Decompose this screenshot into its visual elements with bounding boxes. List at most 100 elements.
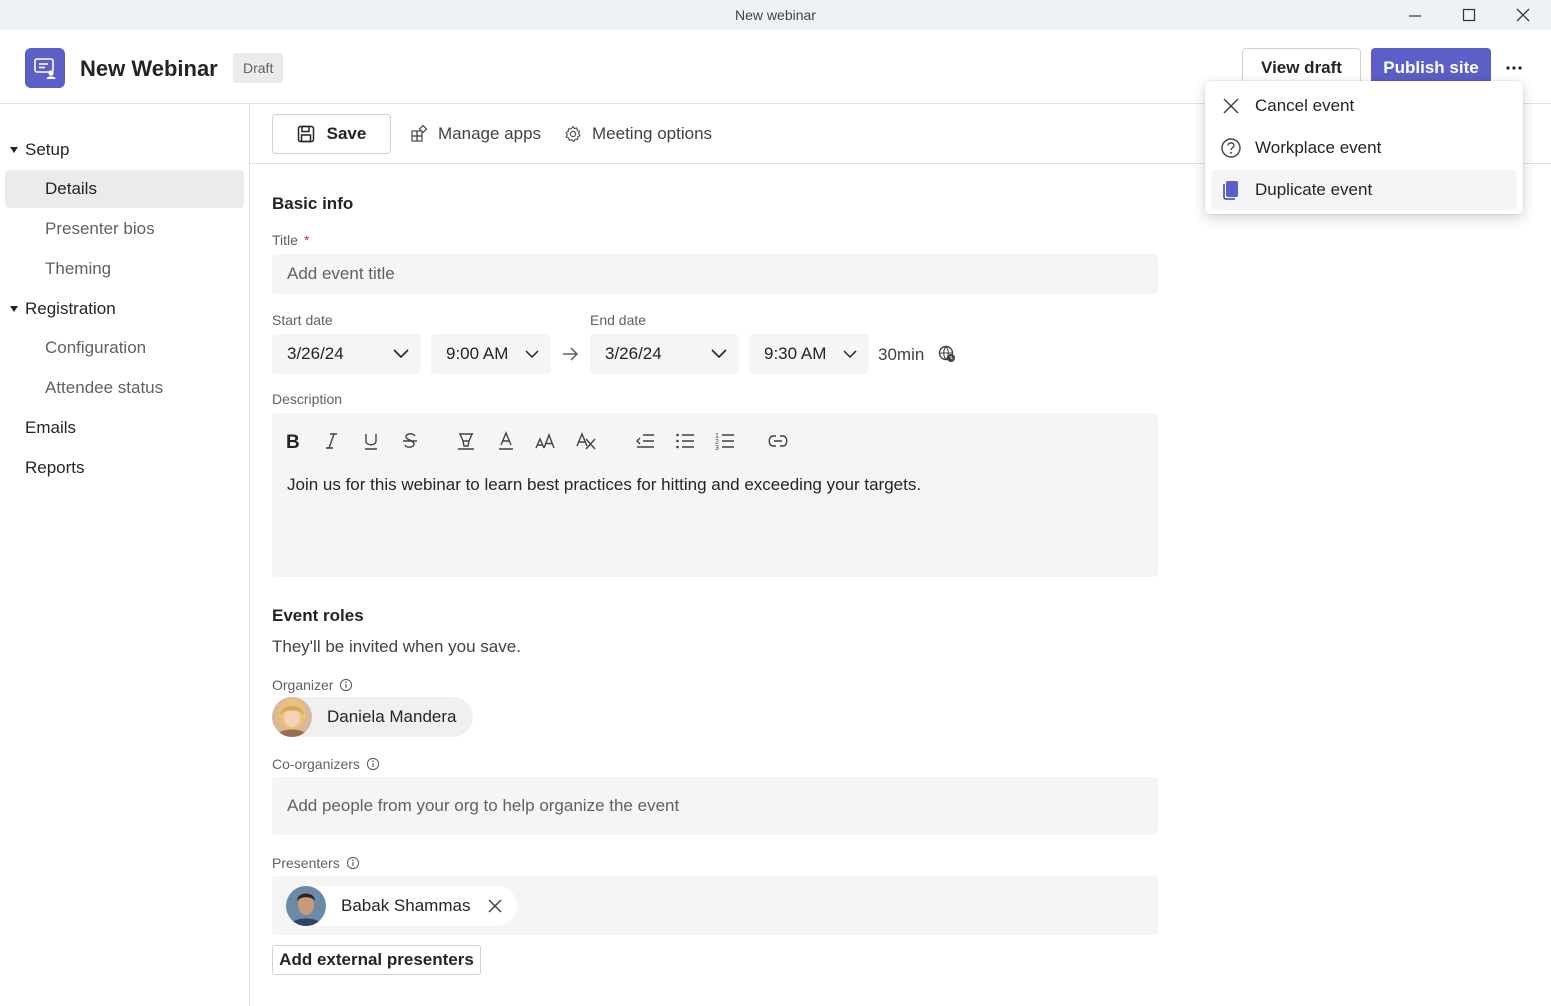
nav-group-label: Setup [25, 140, 70, 159]
save-button[interactable]: Save [272, 114, 391, 154]
avatar [272, 697, 312, 737]
numbered-list-button[interactable]: 123 [711, 427, 739, 455]
question-circle-icon [1219, 136, 1243, 160]
start-date-label: Start date [272, 312, 333, 328]
coorganizers-placeholder: Add people from your org to help organiz… [287, 796, 680, 815]
nav-group-setup[interactable]: Setup [10, 140, 69, 160]
duration-text: 30min [878, 345, 925, 364]
title-input[interactable]: Add event title [272, 254, 1158, 294]
timezone-icon[interactable] [937, 344, 957, 364]
italic-button[interactable] [317, 427, 345, 455]
font-color-button[interactable] [492, 427, 520, 455]
bold-icon: B [286, 432, 300, 450]
start-date-value: 3/26/24 [287, 344, 344, 363]
info-icon[interactable] [366, 757, 380, 771]
bold-button[interactable]: B [278, 427, 306, 455]
page-title: New Webinar [80, 56, 218, 81]
window-title-bar: New webinar [0, 0, 1551, 30]
outdent-button[interactable] [631, 427, 659, 455]
font-color-icon [499, 431, 513, 450]
font-size-icon [535, 433, 555, 449]
basic-info-heading: Basic info [272, 194, 354, 213]
start-time-picker[interactable]: 9:00 AM [431, 334, 551, 374]
start-date-picker[interactable]: 3/26/24 [272, 334, 421, 374]
link-button[interactable] [764, 427, 792, 455]
bullet-list-icon [676, 433, 694, 449]
menu-item-duplicate-event[interactable]: Duplicate event [1211, 170, 1517, 210]
status-badge: Draft [233, 53, 284, 83]
svg-text:B: B [286, 432, 300, 450]
more-options-menu: Cancel event Workplace event Duplicate e… [1205, 81, 1523, 214]
info-icon[interactable] [346, 856, 360, 870]
arrow-right-icon [563, 347, 579, 361]
window-title: New webinar [735, 7, 816, 23]
manage-apps-label: Manage apps [438, 124, 542, 143]
end-date-picker[interactable]: 3/26/24 [590, 334, 739, 374]
end-time-picker[interactable]: 9:30 AM [749, 334, 869, 374]
highlighter-icon [458, 433, 474, 450]
close-icon [1219, 94, 1243, 118]
underline-icon [365, 434, 377, 450]
save-icon [297, 125, 314, 143]
more-options-button[interactable] [1499, 54, 1529, 82]
sidebar-item-theming[interactable]: Theming [5, 250, 244, 288]
menu-item-cancel-event[interactable]: Cancel event [1211, 86, 1517, 126]
presenter-chip[interactable]: Babak Shammas [286, 885, 517, 926]
coorganizers-label-text: Co-organizers [272, 756, 360, 772]
sidebar-item-presenter-bios[interactable]: Presenter bios [5, 210, 244, 248]
outdent-icon [636, 434, 654, 448]
meeting-options-label: Meeting options [592, 124, 713, 143]
maximize-button[interactable] [1446, 0, 1492, 30]
underline-button[interactable] [357, 427, 385, 455]
start-time-value: 9:00 AM [446, 344, 509, 363]
sidebar-item-reports[interactable]: Reports [25, 458, 85, 478]
minimize-icon [1409, 15, 1421, 17]
title-placeholder: Add event title [287, 264, 395, 283]
highlight-button[interactable] [452, 427, 480, 455]
clear-format-button[interactable] [572, 427, 600, 455]
avatar [286, 885, 326, 926]
close-window-button[interactable] [1500, 0, 1546, 30]
maximize-icon [1462, 8, 1476, 22]
chevron-down-icon [843, 349, 857, 358]
required-marker: * [303, 232, 310, 248]
apps-icon [411, 125, 428, 142]
add-external-presenters-button[interactable]: Add external presenters [272, 945, 481, 975]
chevron-down-icon [711, 349, 727, 359]
bullet-list-button[interactable] [671, 427, 699, 455]
organizer-avatar-photo [272, 697, 312, 737]
close-icon [1516, 8, 1530, 22]
sidebar-item-configuration[interactable]: Configuration [5, 329, 244, 367]
sidebar-item-emails[interactable]: Emails [25, 418, 76, 438]
chevron-down-icon [393, 349, 409, 359]
remove-icon[interactable] [488, 898, 502, 913]
presenter-name: Babak Shammas [341, 895, 471, 915]
end-time-value: 9:30 AM [764, 344, 827, 363]
webinar-icon [34, 58, 56, 79]
sidebar-item-attendee-status[interactable]: Attendee status [5, 369, 244, 407]
presenters-input[interactable]: Babak Shammas [272, 876, 1158, 935]
more-horizontal-icon [1506, 66, 1522, 70]
description-editor[interactable]: B 123 Join us for this webinar to learn … [272, 413, 1158, 577]
strikethrough-button[interactable] [396, 427, 424, 455]
nav-group-registration[interactable]: Registration [10, 299, 116, 319]
caret-down-icon [10, 147, 18, 153]
meeting-options-button[interactable]: Meeting options [564, 114, 712, 154]
coorganizers-input[interactable]: Add people from your org to help organiz… [272, 777, 1158, 835]
event-roles-heading: Event roles [272, 606, 364, 625]
font-size-button[interactable] [532, 427, 560, 455]
italic-icon [326, 433, 337, 449]
title-label: Title * [272, 232, 309, 248]
webinar-app-icon [25, 48, 65, 88]
presenters-label-text: Presenters [272, 855, 340, 871]
minimize-button[interactable] [1392, 0, 1438, 30]
organizer-chip[interactable]: Daniela Mandera [272, 697, 473, 737]
clear-formatting-icon [576, 432, 596, 450]
coorganizers-label: Co-organizers [272, 756, 380, 772]
event-roles-subtitle: They'll be invited when you save. [272, 637, 521, 656]
sidebar-item-details[interactable]: Details [5, 170, 244, 208]
title-label-text: Title [272, 232, 298, 248]
menu-item-workplace-event[interactable]: Workplace event [1211, 128, 1517, 168]
info-icon[interactable] [339, 678, 353, 692]
manage-apps-button[interactable]: Manage apps [410, 114, 541, 154]
